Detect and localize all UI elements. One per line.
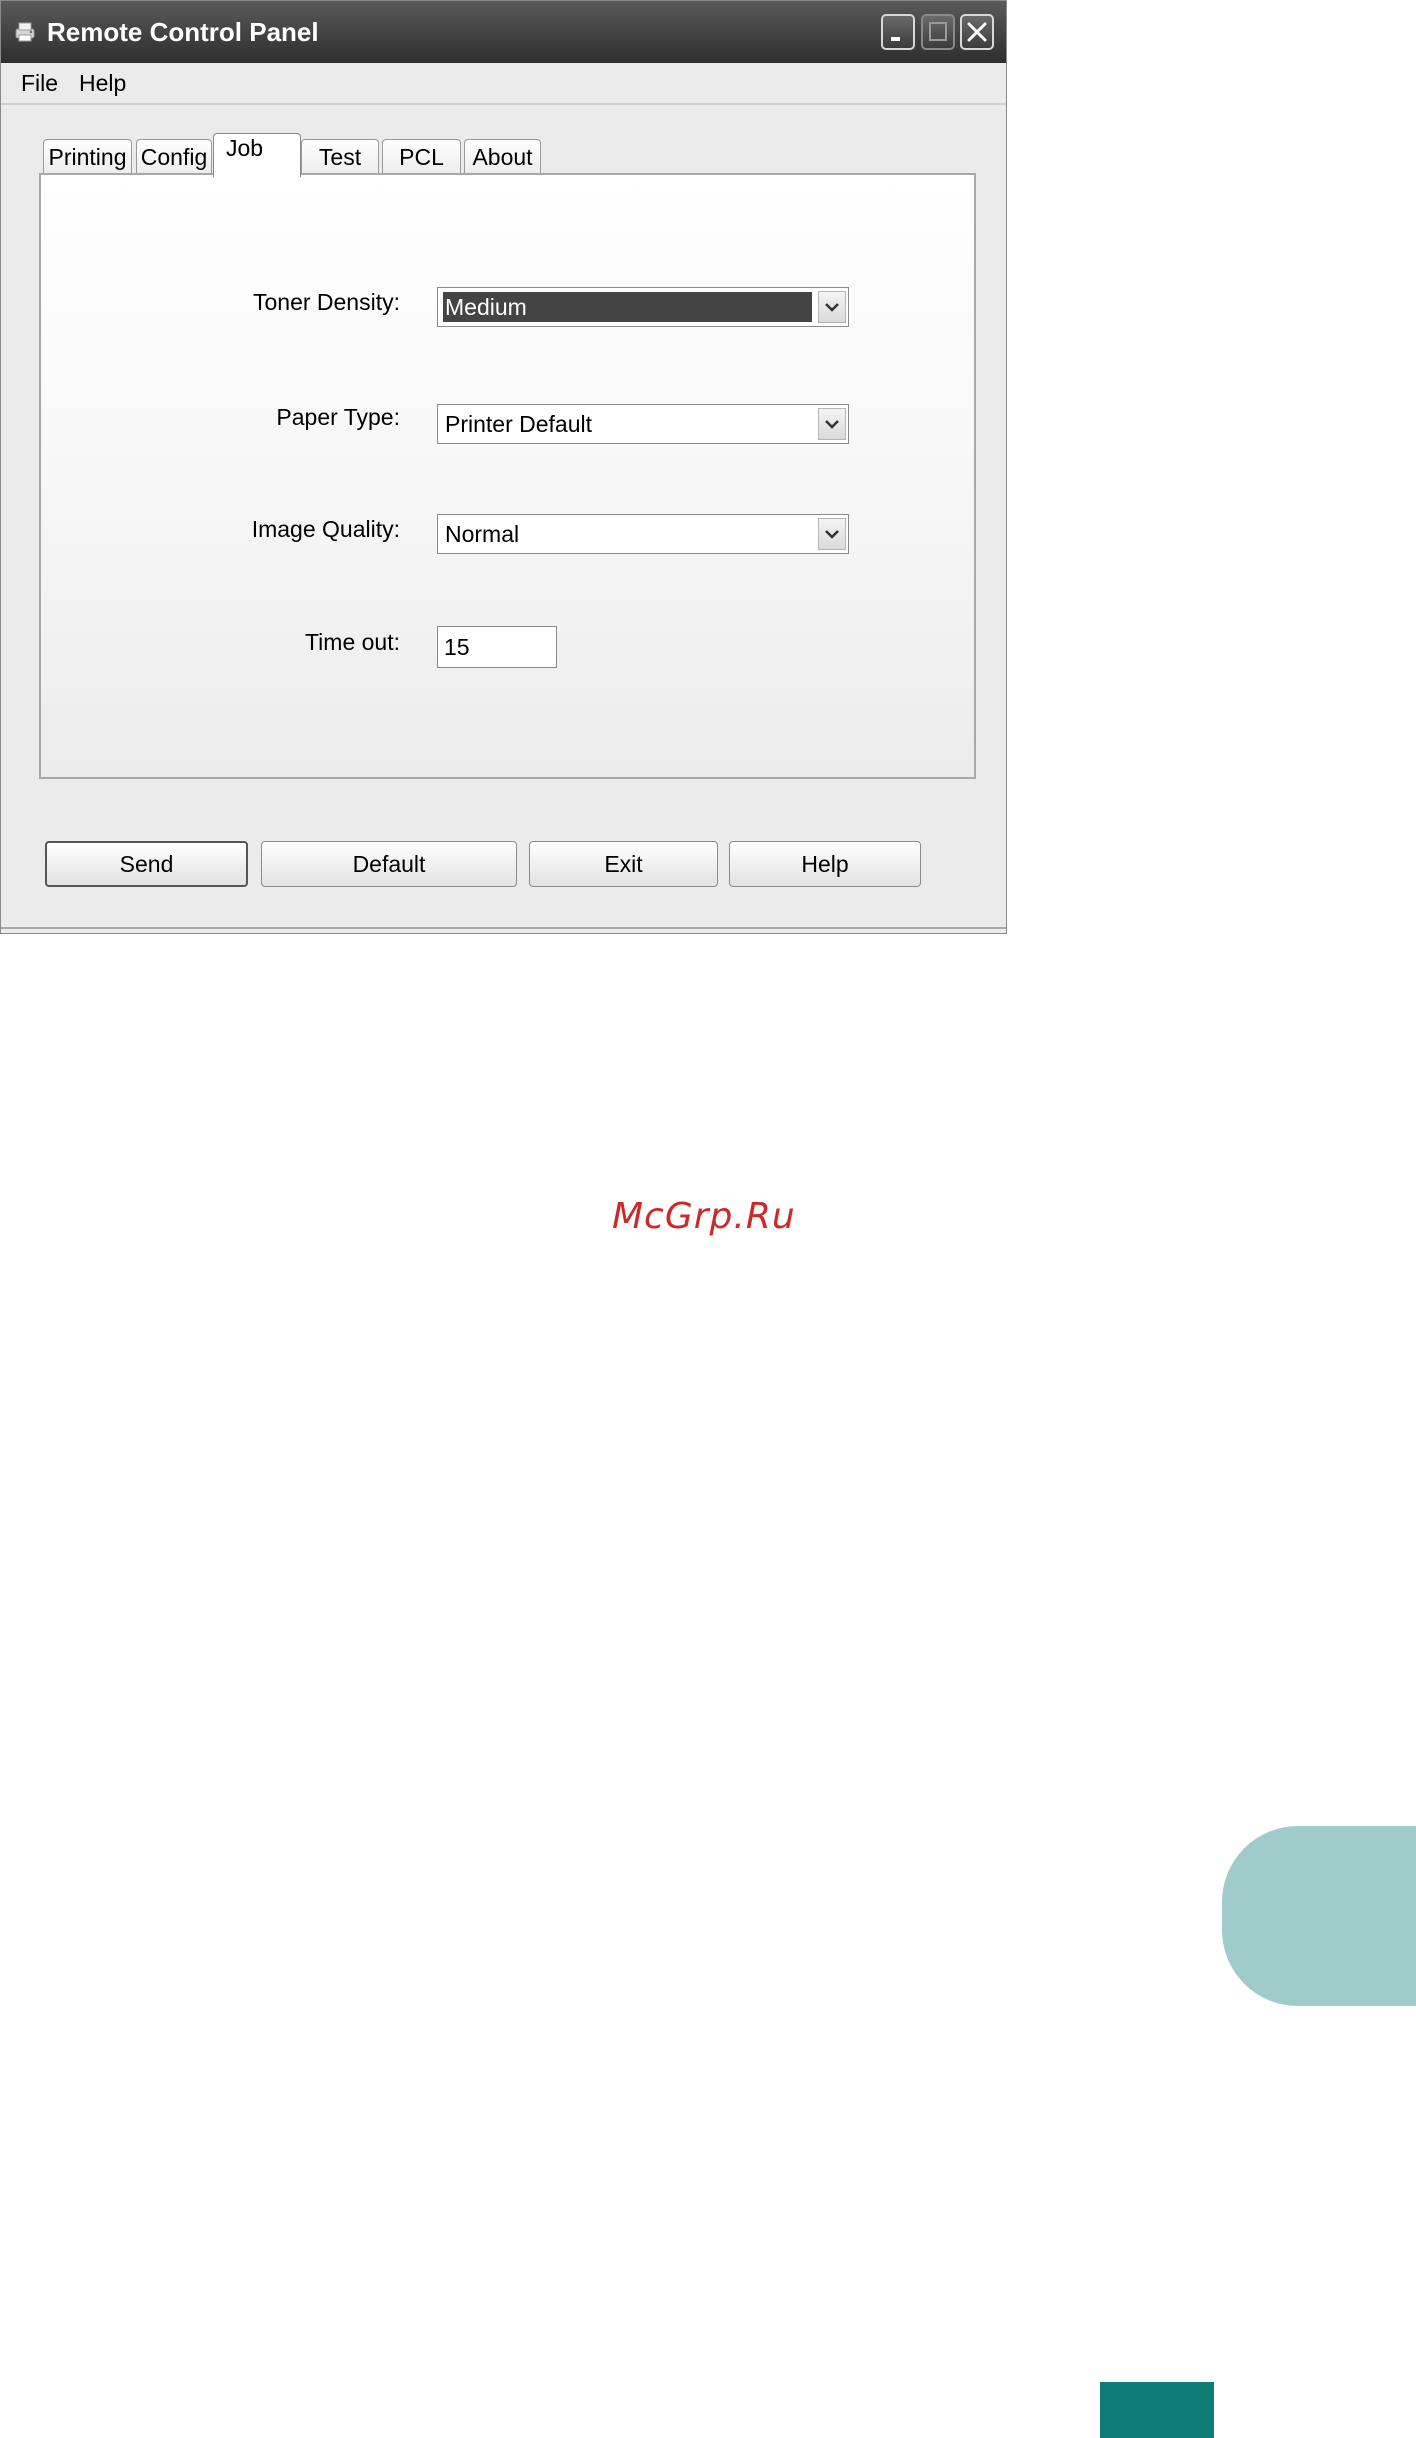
time-out-input[interactable] — [437, 626, 557, 668]
tab-printing[interactable]: Printing — [43, 139, 132, 175]
image-quality-dropdown-button[interactable] — [818, 518, 846, 550]
side-chapter-tab — [1222, 1826, 1416, 2006]
close-icon — [967, 22, 987, 42]
image-quality-label: Image Quality: — [251, 516, 400, 542]
remote-control-panel-window: Remote Control Panel File Help Printing … — [0, 0, 1007, 934]
tab-about[interactable]: About — [464, 139, 541, 175]
paper-type-select[interactable]: Printer Default — [437, 404, 849, 444]
paper-type-label: Paper Type: — [276, 404, 400, 430]
window-bottom-edge — [1, 927, 1006, 929]
toner-density-dropdown-button[interactable] — [818, 291, 846, 323]
toner-density-label: Toner Density: — [252, 289, 400, 315]
minimize-button[interactable] — [881, 14, 915, 50]
toner-density-select[interactable]: Medium — [437, 287, 849, 327]
tab-job[interactable]: Job — [213, 133, 301, 177]
chevron-down-icon — [825, 530, 839, 539]
toner-density-value: Medium — [443, 292, 812, 322]
image-quality-select[interactable]: Normal — [437, 514, 849, 554]
help-button[interactable]: Help — [729, 841, 921, 887]
menu-help[interactable]: Help — [75, 68, 130, 98]
image-quality-value: Normal — [445, 521, 520, 547]
close-button[interactable] — [960, 14, 994, 50]
tab-config[interactable]: Config — [136, 139, 212, 175]
minimize-icon — [891, 37, 900, 41]
default-button[interactable]: Default — [261, 841, 517, 887]
time-out-label: Time out: — [304, 629, 400, 655]
paper-type-dropdown-button[interactable] — [818, 408, 846, 440]
chevron-down-icon — [825, 420, 839, 429]
window-title: Remote Control Panel — [47, 17, 319, 47]
title-bar[interactable]: Remote Control Panel — [1, 1, 1006, 63]
menu-file[interactable]: File — [17, 68, 62, 98]
exit-button[interactable]: Exit — [529, 841, 718, 887]
paper-type-value: Printer Default — [445, 411, 593, 437]
maximize-icon — [929, 22, 947, 41]
tab-test[interactable]: Test — [301, 139, 379, 175]
menu-bar: File Help — [1, 63, 1006, 105]
printer-icon — [13, 20, 37, 44]
page-corner-block — [1100, 2382, 1214, 2438]
watermark-text: McGrp.Ru — [612, 1196, 796, 1237]
tab-pcl[interactable]: PCL — [382, 139, 461, 175]
maximize-button[interactable] — [921, 14, 955, 50]
send-button[interactable]: Send — [45, 841, 248, 887]
job-tab-panel: Toner Density: Medium Paper Type: Printe… — [39, 173, 976, 779]
chevron-down-icon — [825, 303, 839, 312]
